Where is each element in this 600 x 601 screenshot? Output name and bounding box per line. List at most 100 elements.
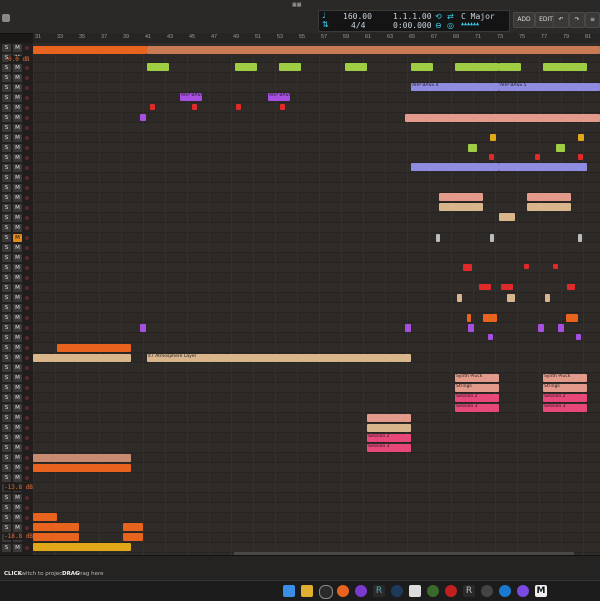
solo-button[interactable]: S (2, 264, 11, 272)
solo-button[interactable]: S (2, 134, 11, 142)
record-arm-button[interactable] (25, 366, 29, 370)
mute-button[interactable]: M (13, 304, 22, 312)
note-block[interactable] (490, 134, 496, 141)
track-lane[interactable] (33, 383, 600, 393)
record-arm-button[interactable] (25, 116, 29, 120)
undo-button[interactable]: ↶ (553, 12, 569, 28)
track-lane[interactable] (33, 493, 600, 503)
clip[interactable] (367, 424, 411, 432)
document-icon[interactable] (409, 585, 421, 597)
record-arm-button[interactable] (25, 216, 29, 220)
track-lane[interactable] (33, 203, 600, 213)
track-lane[interactable] (33, 533, 600, 543)
mute-button[interactable]: M (13, 334, 22, 342)
solo-button[interactable]: S (2, 204, 11, 212)
solo-button[interactable]: S (2, 504, 11, 512)
track-lane[interactable] (33, 253, 600, 263)
target-icon[interactable]: ◎ (447, 21, 454, 30)
note-block[interactable] (566, 314, 578, 322)
mute-button[interactable]: M (13, 354, 22, 362)
note-block[interactable] (578, 154, 583, 160)
time-signature[interactable]: 4/4 (351, 21, 365, 30)
reaper-icon[interactable]: R (373, 585, 385, 597)
solo-button[interactable]: S (2, 94, 11, 102)
solo-button[interactable]: S (2, 494, 11, 502)
clip[interactable] (411, 63, 433, 71)
mute-button[interactable]: M (13, 294, 22, 302)
clip[interactable] (123, 533, 143, 541)
track-lane[interactable] (33, 193, 600, 203)
track-lane[interactable] (33, 103, 600, 113)
solo-button[interactable]: S (2, 194, 11, 202)
arrangement-view[interactable]: ARP BASS 4 ARP BASS 5 ARP BASS 1 ARP BASS 1… (33, 43, 600, 555)
solo-button[interactable]: S (2, 44, 11, 52)
mute-button[interactable]: M (13, 464, 22, 472)
note-block[interactable] (501, 284, 513, 290)
mute-button[interactable]: M (13, 414, 22, 422)
track-lane[interactable] (33, 183, 600, 193)
record-arm-button[interactable] (25, 196, 29, 200)
solo-button[interactable]: S (2, 74, 11, 82)
track-lane[interactable] (33, 53, 600, 63)
solo-button[interactable]: S (2, 434, 11, 442)
record-arm-button[interactable] (25, 436, 29, 440)
clip[interactable] (411, 163, 499, 171)
solo-button[interactable]: S (2, 524, 11, 532)
clip[interactable] (147, 63, 169, 71)
mute-button[interactable]: M (13, 154, 22, 162)
solo-button[interactable]: S (2, 394, 11, 402)
note-block[interactable] (578, 234, 582, 242)
mute-button[interactable]: M (13, 134, 22, 142)
mute-button[interactable]: M (13, 474, 22, 482)
solo-button[interactable]: S (2, 404, 11, 412)
record-arm-button[interactable] (25, 376, 29, 380)
mute-button[interactable]: M (13, 244, 22, 252)
edge-icon[interactable] (499, 585, 511, 597)
track-lane[interactable] (33, 513, 600, 523)
track-lane[interactable] (33, 523, 600, 533)
record-arm-button[interactable] (25, 186, 29, 190)
track-lane[interactable] (33, 473, 600, 483)
record-arm-button[interactable] (25, 416, 29, 420)
record-arm-button[interactable] (25, 406, 29, 410)
note-block[interactable] (483, 314, 497, 322)
track-lane[interactable] (33, 423, 600, 433)
record-arm-button[interactable] (25, 506, 29, 510)
mute-button[interactable]: M (13, 524, 22, 532)
note-block[interactable] (140, 114, 146, 121)
mute-button[interactable]: M (13, 174, 22, 182)
clip[interactable] (33, 464, 131, 472)
mute-button[interactable]: M (13, 404, 22, 412)
record-arm-button[interactable] (25, 156, 29, 160)
tempo-value[interactable]: 160.00 (343, 12, 372, 21)
record-arm-button[interactable] (25, 176, 29, 180)
track-lane[interactable] (33, 133, 600, 143)
clip[interactable]: ARP BASS 1 (268, 93, 290, 101)
clip[interactable] (543, 63, 587, 71)
record-arm-button[interactable] (25, 326, 29, 330)
clip[interactable]: Strings (543, 384, 587, 392)
clip[interactable] (33, 46, 147, 54)
mute-button[interactable]: M (13, 284, 22, 292)
record-arm-button[interactable] (25, 76, 29, 80)
clip[interactable]: Session 2 (367, 434, 411, 442)
loop-icon[interactable]: ⇅ (322, 20, 329, 29)
mute-button[interactable]: M (13, 324, 22, 332)
track-lane[interactable] (33, 403, 600, 413)
track-lane[interactable] (33, 313, 600, 323)
record-arm-button[interactable] (25, 296, 29, 300)
track-lane[interactable] (33, 153, 600, 163)
clip[interactable]: ARP BASS 4 (411, 83, 499, 91)
mute-button[interactable]: M (13, 444, 22, 452)
track-lane[interactable] (33, 73, 600, 83)
record-arm-button[interactable] (25, 106, 29, 110)
solo-button[interactable]: S (2, 214, 11, 222)
note-block[interactable] (192, 104, 197, 110)
note-block[interactable] (457, 294, 462, 302)
record-arm-button[interactable] (25, 336, 29, 340)
mute-button[interactable]: M (13, 74, 22, 82)
clip[interactable] (123, 523, 143, 531)
track-lane[interactable] (33, 503, 600, 513)
solo-button[interactable]: S (2, 374, 11, 382)
mute-button[interactable]: M (13, 314, 22, 322)
